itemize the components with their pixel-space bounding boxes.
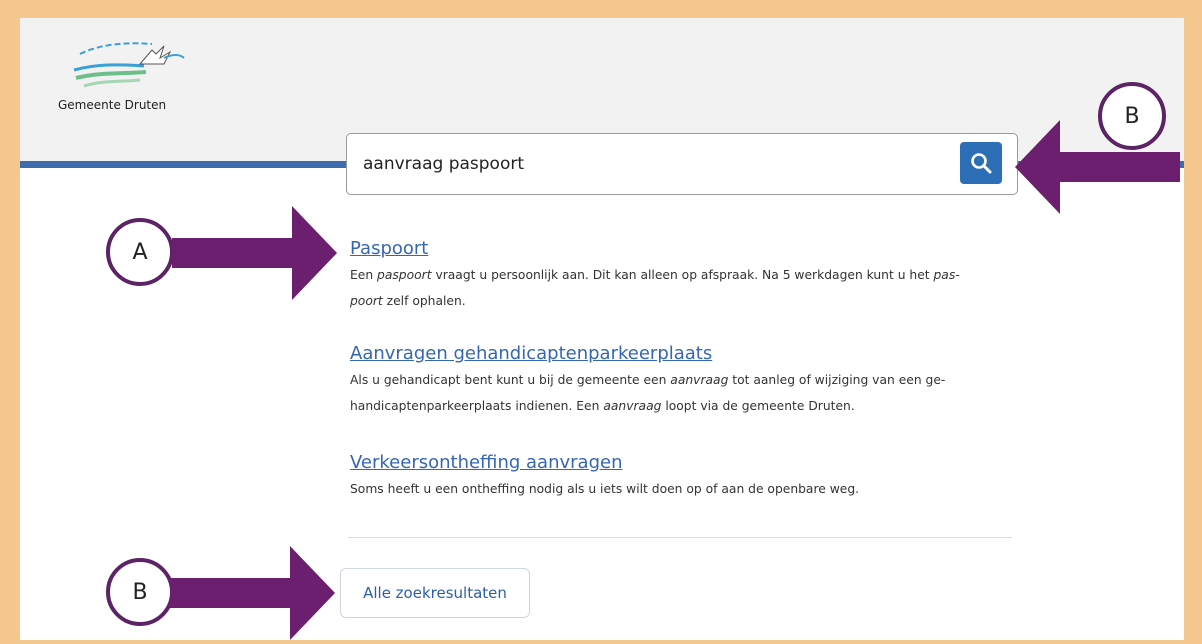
site-logo[interactable]: Gemeente Druten xyxy=(56,36,186,112)
description-text: vraagt u persoonlijk aan. Dit kan alleen… xyxy=(431,268,934,282)
search-box xyxy=(346,133,1018,195)
result-title-link[interactable]: Paspoort xyxy=(350,238,428,259)
search-result: Aanvragen gehandicaptenparkeerplaats Als… xyxy=(350,343,1030,419)
emphasized-text: aanvraag xyxy=(670,373,729,387)
description-text: handicaptenparkeerplaats indienen. Een xyxy=(350,399,604,413)
description-text: tot aanleg of wijziging van een ge- xyxy=(728,373,946,387)
results-divider xyxy=(348,537,1012,538)
description-text: loopt via de gemeente Druten. xyxy=(661,399,855,413)
result-description: Soms heeft u een ontheffing nodig als u … xyxy=(350,476,1030,502)
annotation-arrow-icon xyxy=(1015,120,1180,214)
all-results-button[interactable]: Alle zoekresultaten xyxy=(340,568,530,618)
result-description: Als u gehandicapt bent kunt u bij de gem… xyxy=(350,367,1030,419)
search-button[interactable] xyxy=(960,142,1002,184)
result-title-link[interactable]: Verkeersontheffing aanvragen xyxy=(350,452,622,473)
emphasized-text: aanvraag xyxy=(603,399,662,413)
emphasized-text: poort xyxy=(350,294,383,308)
annotation-arrow-icon xyxy=(170,546,335,640)
emphasized-text: paspoort xyxy=(377,268,432,282)
search-input[interactable] xyxy=(363,148,943,180)
search-result: Verkeersontheffing aanvragen Soms heeft … xyxy=(350,452,1030,502)
description-text: Een xyxy=(350,268,378,282)
description-text: Soms heeft u een ontheffing nodig als u … xyxy=(350,482,860,496)
search-icon xyxy=(971,153,992,174)
result-title-link[interactable]: Aanvragen gehandicaptenparkeerplaats xyxy=(350,343,712,364)
result-description: Een paspoort vraagt u persoonlijk aan. D… xyxy=(350,262,1030,314)
logo-text: Gemeente Druten xyxy=(58,98,167,112)
description-text: Als u gehandicapt bent kunt u bij de gem… xyxy=(350,373,671,387)
emphasized-text: pas- xyxy=(933,268,960,282)
annotation-label-a: A xyxy=(106,218,174,286)
annotation-arrow-icon xyxy=(172,206,337,300)
logo-graphic xyxy=(73,42,185,88)
search-result: Paspoort Een paspoort vraagt u persoonli… xyxy=(350,238,1030,314)
annotation-label-b-bottom: B xyxy=(106,558,174,626)
description-text: zelf ophalen. xyxy=(382,294,466,308)
